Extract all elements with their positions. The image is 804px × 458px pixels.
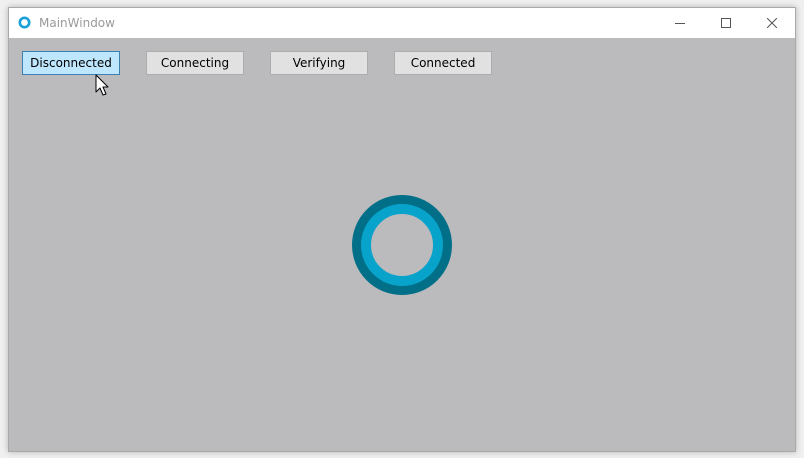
maximize-icon xyxy=(721,18,731,28)
ring-inner xyxy=(361,204,443,286)
minimize-icon xyxy=(675,23,685,24)
close-button[interactable] xyxy=(749,8,795,38)
window-title: MainWindow xyxy=(39,16,115,30)
ring-status-icon xyxy=(352,195,452,295)
connecting-button[interactable]: Connecting xyxy=(146,51,244,75)
verifying-button[interactable]: Verifying xyxy=(270,51,368,75)
title-bar[interactable]: MainWindow xyxy=(9,8,795,38)
app-ring-icon xyxy=(18,16,31,29)
maximize-button[interactable] xyxy=(703,8,749,38)
mouse-cursor-icon xyxy=(95,74,109,96)
close-icon xyxy=(767,18,777,28)
main-window: MainWindow Disconnected Connecting Verif… xyxy=(8,7,796,452)
disconnected-button[interactable]: Disconnected xyxy=(22,51,120,75)
minimize-button[interactable] xyxy=(657,8,703,38)
connected-button[interactable]: Connected xyxy=(394,51,492,75)
